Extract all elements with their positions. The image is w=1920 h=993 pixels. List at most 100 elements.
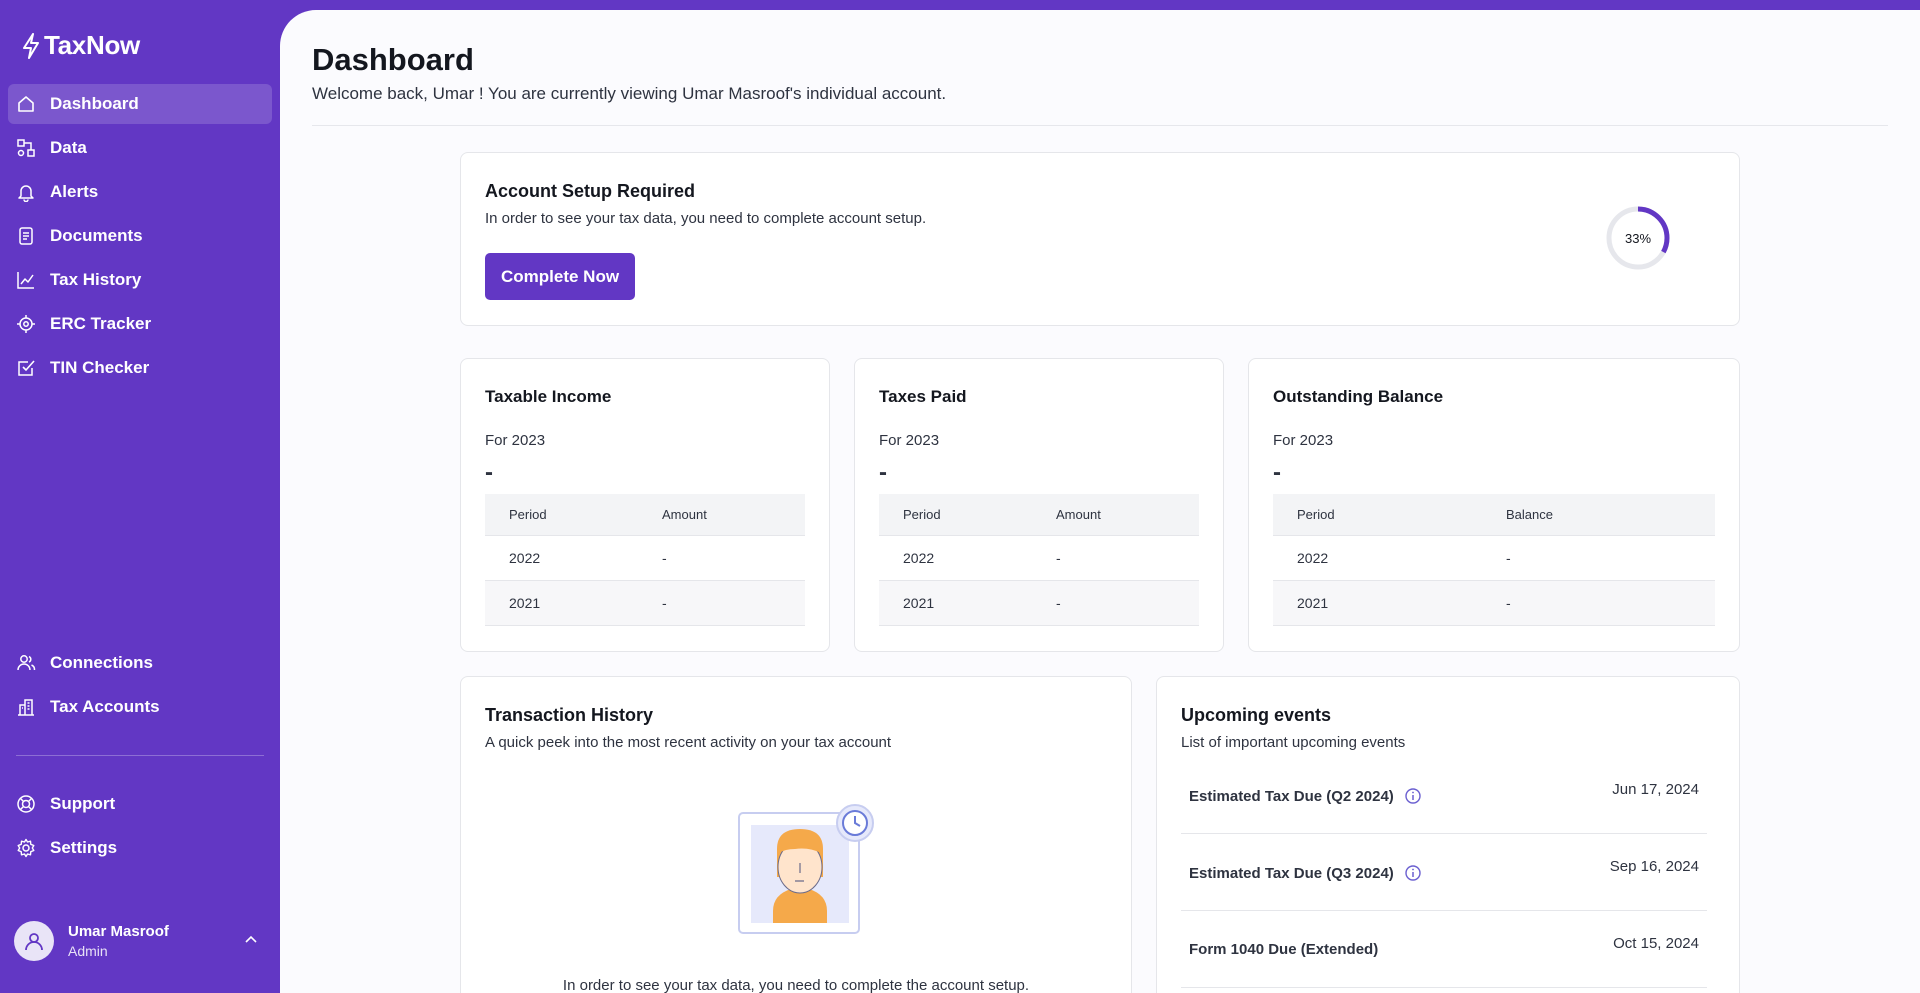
table-cell: 2022: [485, 535, 638, 581]
stat-value: -: [1273, 459, 1281, 486]
transactions-title: Transaction History: [485, 705, 654, 725]
event-item[interactable]: Estimated Tax Due (Q3 2024) Sep 16, 2024: [1181, 834, 1707, 911]
column-header: Balance: [1482, 494, 1715, 536]
sidebar-item-settings[interactable]: Settings: [8, 828, 272, 868]
event-item[interactable]: Form 1040 Due (Extended) Oct 15, 2024: [1181, 911, 1707, 988]
sidebar-item-label: Support: [50, 794, 116, 813]
sidebar: TaxNow Dashboard Data Alerts Documents T…: [0, 0, 280, 993]
transaction-history-card: Transaction History A quick peek into th…: [460, 676, 1132, 993]
stat-year: For 2023: [879, 432, 940, 449]
sidebar-item-label: Alerts: [50, 182, 99, 201]
sidebar-divider: [16, 755, 264, 756]
app-logo[interactable]: TaxNow: [22, 30, 140, 61]
user-menu[interactable]: Umar Masroof Admin: [14, 920, 264, 962]
document-icon: [19, 227, 33, 245]
table-row: 2022-: [485, 535, 805, 581]
secondary-nav: Connections Tax Accounts: [8, 643, 272, 731]
column-header: Amount: [638, 494, 805, 536]
sidebar-item-label: TIN Checker: [50, 358, 150, 377]
target-icon: [17, 315, 35, 333]
empty-state-text: In order to see your tax data, you need …: [562, 977, 1030, 993]
table-cell: 2021: [879, 580, 1032, 626]
info-icon[interactable]: [1404, 787, 1422, 805]
setup-description: In order to see your tax data, you need …: [485, 210, 927, 227]
avatar: [14, 921, 54, 961]
column-header: Amount: [1032, 494, 1199, 536]
account-setup-card: Account Setup Required In order to see y…: [460, 152, 1740, 326]
event-title: Form 1040 Due (Extended): [1189, 941, 1379, 958]
bell-icon: [18, 185, 34, 202]
stat-table: Period Amount 2022- 2021-: [879, 494, 1199, 626]
chevron-up-icon[interactable]: [244, 934, 258, 944]
event-title-row: Estimated Tax Due (Q3 2024): [1189, 864, 1422, 882]
lifebuoy-icon: [17, 795, 35, 813]
tertiary-nav: Support Settings: [8, 784, 272, 872]
transactions-description: A quick peek into the most recent activi…: [485, 734, 892, 751]
event-date: Oct 15, 2024: [1613, 935, 1699, 952]
event-item[interactable]: Estimated Tax Due (Q2 2024) Jun 17, 2024: [1181, 757, 1707, 834]
table-row: 2022-: [1273, 535, 1715, 581]
sidebar-item-label: ERC Tracker: [50, 314, 152, 333]
event-title: Estimated Tax Due (Q3 2024): [1189, 864, 1394, 882]
complete-now-button[interactable]: Complete Now: [485, 253, 636, 300]
sidebar-item-label: Connections: [50, 653, 153, 672]
sidebar-item-tax-accounts[interactable]: Tax Accounts: [8, 687, 272, 727]
primary-nav: Dashboard Data Alerts Documents Tax Hist…: [8, 84, 272, 392]
outstanding-balance-card: Outstanding Balance For 2023 - Period Bal…: [1248, 358, 1740, 652]
taxable-income-card: Taxable Income For 2023 - Period Amount 2…: [460, 358, 830, 652]
column-header: Period: [1273, 494, 1482, 536]
sidebar-item-data[interactable]: Data: [8, 128, 272, 168]
table-cell: -: [1482, 535, 1715, 581]
sidebar-item-label: Tax History: [50, 270, 142, 289]
sidebar-item-support[interactable]: Support: [8, 784, 272, 824]
stat-year: For 2023: [1273, 432, 1334, 449]
setup-progress: 33%: [1605, 205, 1671, 271]
table-cell: -: [638, 535, 805, 581]
main-content: Dashboard Welcome back, Umar ! You are c…: [280, 10, 1920, 993]
lightning-icon: [23, 32, 39, 59]
upcoming-events-card: Upcoming events List of important upcomi…: [1156, 676, 1740, 993]
sidebar-item-label: Settings: [50, 838, 118, 857]
events-description: List of important upcoming events: [1181, 734, 1406, 751]
table-cell: -: [1032, 580, 1199, 626]
sidebar-item-label: Data: [50, 138, 87, 157]
sidebar-item-erc-tracker[interactable]: ERC Tracker: [8, 304, 272, 344]
table-cell: -: [638, 580, 805, 626]
stat-year: For 2023: [485, 432, 546, 449]
table-row: 2021-: [879, 580, 1199, 626]
event-title-row: Estimated Tax Due (Q2 2024): [1189, 787, 1422, 805]
table-cell: 2021: [485, 580, 638, 626]
events-title: Upcoming events: [1181, 705, 1332, 725]
sidebar-item-tin-checker[interactable]: TIN Checker: [8, 348, 272, 388]
gear-icon: [17, 838, 35, 858]
sidebar-item-tax-history[interactable]: Tax History: [8, 260, 272, 300]
setup-title: Account Setup Required: [485, 181, 696, 201]
user-role: Admin: [68, 943, 108, 959]
event-date: Jun 17, 2024: [1612, 781, 1699, 798]
table-cell: 2022: [1273, 535, 1482, 581]
sidebar-item-documents[interactable]: Documents: [8, 216, 272, 256]
info-icon[interactable]: [1404, 864, 1422, 882]
progress-label: 33%: [1624, 230, 1652, 246]
sidebar-item-label: Documents: [50, 226, 143, 245]
header-divider: [312, 125, 1888, 126]
building-icon: [18, 699, 34, 716]
welcome-text: Welcome back, Umar ! You are currently v…: [312, 84, 947, 103]
stat-value: -: [485, 459, 493, 486]
stat-table: Period Balance 2022- 2021-: [1273, 494, 1715, 626]
empty-state-illustration: [738, 804, 874, 934]
table-row: 2021-: [485, 580, 805, 626]
checkbox-icon: [18, 360, 35, 376]
table-cell: -: [1032, 535, 1199, 581]
sidebar-item-label: Dashboard: [50, 94, 139, 113]
sidebar-item-connections[interactable]: Connections: [8, 643, 272, 683]
sidebar-item-alerts[interactable]: Alerts: [8, 172, 272, 212]
event-title: Estimated Tax Due (Q2 2024): [1189, 787, 1394, 805]
table-cell: 2021: [1273, 580, 1482, 626]
sidebar-item-dashboard[interactable]: Dashboard: [8, 84, 272, 124]
user-icon: [25, 933, 43, 951]
stat-table: Period Amount 2022- 2021-: [485, 494, 805, 626]
data-icon: [17, 139, 35, 157]
event-date: Sep 16, 2024: [1609, 858, 1699, 875]
page-title: Dashboard: [312, 42, 474, 77]
